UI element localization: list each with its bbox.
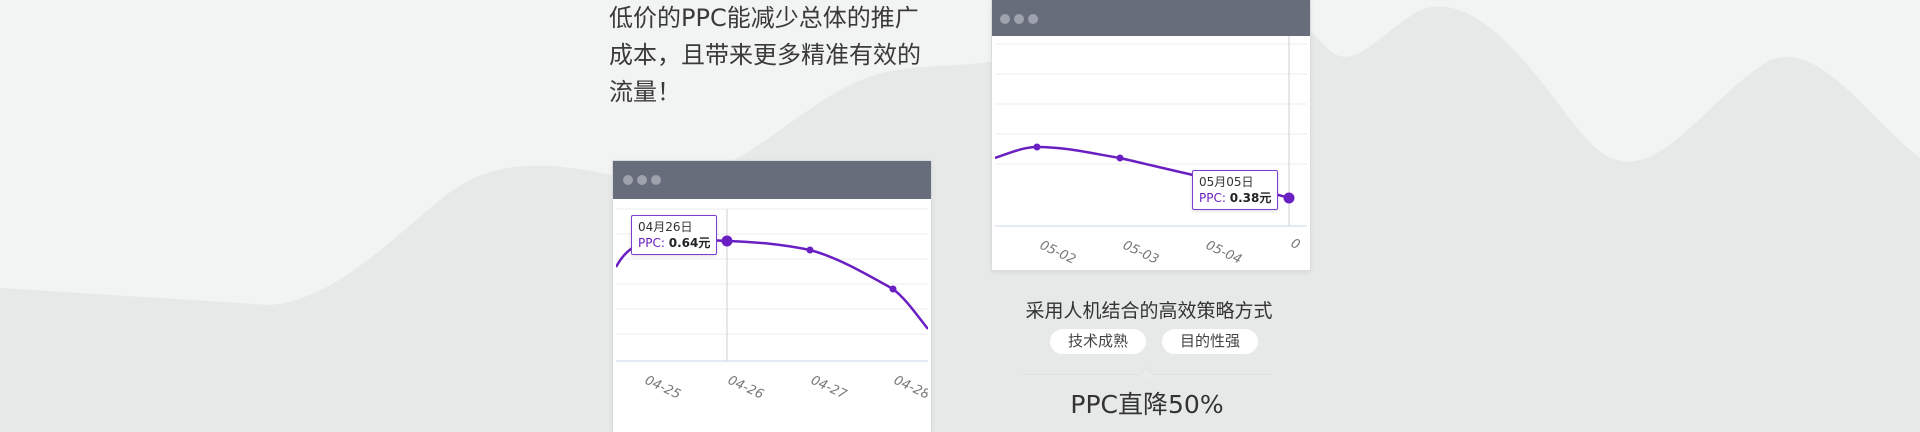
x-tick-label: 04-26 [725,373,766,403]
chart-tooltip: 04月26日 PPC: 0.64元 [631,215,718,255]
intro-line: 成本，且带来更多精准有效的 [609,41,921,69]
ppc-line-chart-bottom: 04-25 04-26 04-27 04-28 04月26日 PPC: 0.64… [614,199,931,432]
intro-line: 低价的PPC能减少总体的推广 [609,4,919,32]
data-point[interactable] [806,246,814,254]
x-tick-label: 04-25 [642,373,683,403]
chart-svg: 05-02 05-03 05-04 0 [994,36,1307,268]
intro-line: 流量！ [609,78,681,106]
chart-window-top: 05-02 05-03 05-04 0 05月05日 PPC: 0.38元 [992,0,1310,270]
window-titlebar [613,161,931,199]
x-tick-label: 0 [1288,236,1302,253]
tooltip-label: PPC: [1199,191,1226,205]
x-tick-label: 05-02 [1037,238,1078,268]
tooltip-value: 0.38元 [1229,191,1272,205]
intro-text: 低价的PPC能减少总体的推广 成本，且带来更多精准有效的 流量！ [609,0,939,111]
window-dot [1000,14,1010,24]
tooltip-label: PPC: [638,236,665,250]
mountain-background [0,6,1920,432]
window-dot [623,175,633,185]
x-tick-label: 05-04 [1203,238,1244,268]
data-point[interactable] [1033,143,1041,151]
data-point-active[interactable] [1283,192,1295,204]
tag-targeted: 目的性强 [1162,329,1258,354]
x-tick-label: 04-27 [808,373,849,403]
window-titlebar [992,0,1310,36]
ppc-line-chart-top: 05-02 05-03 05-04 0 05月05日 PPC: 0.38元 [994,36,1307,270]
data-point[interactable] [889,285,897,293]
window-dot [1028,14,1038,24]
tooltip-value: 0.64元 [668,236,711,250]
x-tick-label: 04-28 [891,373,928,403]
window-dot [651,175,661,185]
ppc-reduction-headline: PPC直降50% [1070,390,1224,419]
chart-window-bottom: 04-25 04-26 04-27 04-28 04月26日 PPC: 0.64… [613,161,931,432]
tooltip-date: 04月26日 [638,220,693,234]
tooltip-date: 05月05日 [1199,175,1254,189]
window-dot [1014,14,1024,24]
data-point[interactable] [1116,154,1124,162]
x-tick-label: 05-03 [1120,238,1161,268]
window-dot [637,175,647,185]
data-point-active[interactable] [721,235,733,247]
chart-tooltip: 05月05日 PPC: 0.38元 [1192,170,1279,210]
strategy-title: 采用人机结合的高效策略方式 [1025,300,1273,322]
tag-mature-tech: 技术成熟 [1050,329,1146,354]
